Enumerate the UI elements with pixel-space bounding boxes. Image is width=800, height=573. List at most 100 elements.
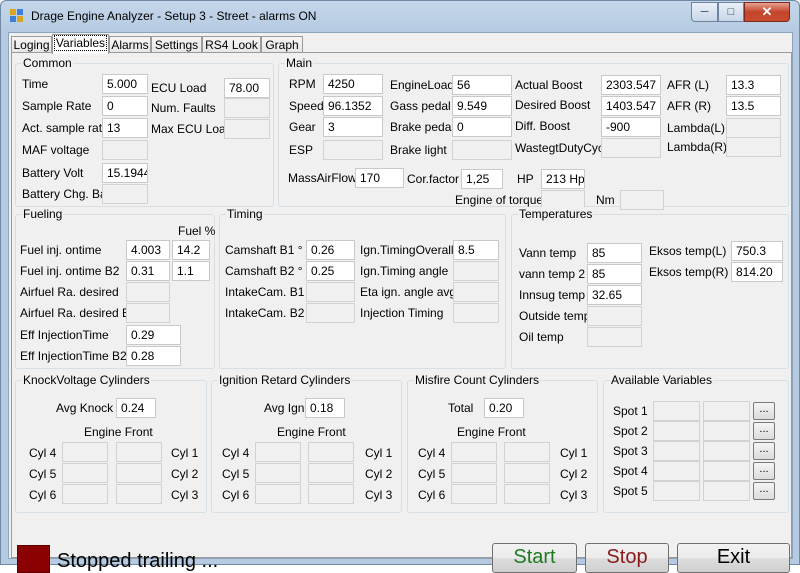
cyl-6-field[interactable] (62, 484, 108, 504)
cyl-1-label: Cyl 1 (365, 446, 393, 460)
cyl-3-field[interactable] (116, 484, 162, 504)
inj-ontime-pct-field[interactable]: 14.2 (172, 240, 210, 260)
spot-1-field[interactable] (653, 401, 700, 421)
speed-field[interactable]: 96.1352 (323, 96, 383, 116)
gear-label: Gear (289, 120, 316, 134)
avg-ign-field[interactable]: 0.18 (305, 398, 345, 418)
cyl-2-field[interactable] (116, 463, 162, 483)
afr-r-field[interactable]: 13.5 (726, 96, 781, 116)
cyl-1-field[interactable] (116, 442, 162, 462)
spot-3-browse-button[interactable]: ... (753, 442, 775, 460)
ecu-load-field[interactable]: 78.00 (224, 78, 270, 98)
spot-2-field-2[interactable] (703, 421, 750, 441)
title-bar[interactable]: Drage Engine Analyzer - Setup 3 - Street… (1, 1, 799, 31)
inj-ontime-b2-pct-field[interactable]: 1.1 (172, 261, 210, 281)
wastegate-duty-field[interactable] (601, 138, 661, 158)
intakecam-b2-field[interactable] (306, 303, 355, 323)
mass-airflow-field[interactable]: 170 (355, 168, 404, 188)
eksos-r-field[interactable]: 814.20 (731, 262, 783, 282)
lambda-l-field[interactable] (726, 118, 781, 138)
num-faults-field[interactable] (224, 98, 270, 118)
gear-field[interactable]: 3 (323, 117, 383, 137)
lambda-r-field[interactable] (726, 137, 781, 157)
cyl-1-field[interactable] (504, 442, 550, 462)
hp-field[interactable]: 213 Hp (541, 169, 585, 189)
cor-factor-field[interactable]: 1,25 (461, 169, 503, 189)
engine-load-field[interactable]: 56 (452, 75, 512, 95)
spot-3-field-2[interactable] (703, 441, 750, 461)
max-ecu-load-field[interactable] (224, 119, 270, 139)
exit-button[interactable]: Exit (677, 543, 790, 573)
vann-temp-field[interactable]: 85 (587, 243, 642, 263)
airfuel-desired-b2-field[interactable] (126, 303, 170, 323)
inj-ontime-field[interactable]: 4.003 (126, 240, 170, 260)
minimize-button[interactable]: ─ (691, 2, 718, 22)
maximize-button[interactable]: □ (718, 2, 744, 22)
diff-boost-field[interactable]: -900 (601, 117, 661, 137)
act-sample-rate-field[interactable]: 13 (102, 118, 148, 138)
start-button[interactable]: Start (492, 543, 577, 573)
tab-variables[interactable]: Variables (52, 34, 109, 54)
cyl-6-field[interactable] (451, 484, 497, 504)
battery-chg-bal-field[interactable] (102, 184, 148, 204)
cyl-4-field[interactable] (255, 442, 301, 462)
spot-2-browse-button[interactable]: ... (753, 422, 775, 440)
time-field[interactable]: 5.000 (102, 74, 148, 94)
spot-3-field[interactable] (653, 441, 700, 461)
spot-5-field-2[interactable] (703, 481, 750, 501)
intakecam-b1-field[interactable] (306, 282, 355, 302)
cyl-4-field[interactable] (451, 442, 497, 462)
camshaft-b2-field[interactable]: 0.25 (306, 261, 355, 281)
cyl-5-label: Cyl 5 (418, 467, 446, 481)
desired-boost-field[interactable]: 1403.547 (601, 96, 661, 116)
cyl-4-field[interactable] (62, 442, 108, 462)
sample-rate-field[interactable]: 0 (102, 96, 148, 116)
lambda-l-label: Lambda(L) (667, 121, 726, 135)
spot-5-browse-button[interactable]: ... (753, 482, 775, 500)
vann-temp-2-field[interactable]: 85 (587, 264, 642, 284)
spot-1-browse-button[interactable]: ... (753, 402, 775, 420)
maf-voltage-field[interactable] (102, 140, 148, 160)
spot-5-field[interactable] (653, 481, 700, 501)
total-field[interactable]: 0.20 (484, 398, 524, 418)
stop-button[interactable]: Stop (585, 543, 669, 573)
cyl-2-field[interactable] (504, 463, 550, 483)
gass-pedal-field[interactable]: 9.549 (452, 96, 512, 116)
eff-injection-b2-field[interactable]: 0.28 (126, 346, 181, 366)
cyl-2-field[interactable] (308, 463, 354, 483)
afr-l-field[interactable]: 13.3 (726, 75, 781, 95)
cyl-3-field[interactable] (504, 484, 550, 504)
close-button[interactable]: ✕ (744, 2, 790, 22)
cyl-5-field[interactable] (255, 463, 301, 483)
inj-ontime-b2-field[interactable]: 0.31 (126, 261, 170, 281)
camshaft-b1-field[interactable]: 0.26 (306, 240, 355, 260)
spot-4-field-2[interactable] (703, 461, 750, 481)
esp-field[interactable] (323, 140, 383, 160)
cyl-5-field[interactable] (62, 463, 108, 483)
innsug-temp-field[interactable]: 32.65 (587, 285, 642, 305)
brake-pedal-field[interactable]: 0 (452, 117, 512, 137)
outside-temp-field[interactable] (587, 306, 642, 326)
cyl-5-field[interactable] (451, 463, 497, 483)
spot-2-field[interactable] (653, 421, 700, 441)
spot-1-field-2[interactable] (703, 401, 750, 421)
eta-ign-field[interactable] (453, 282, 499, 302)
battery-volt-field[interactable]: 15.1944 (102, 163, 148, 183)
rpm-field[interactable]: 4250 (323, 74, 383, 94)
oil-temp-field[interactable] (587, 327, 642, 347)
spot-4-field[interactable] (653, 461, 700, 481)
avg-knock-field[interactable]: 0.24 (116, 398, 156, 418)
cyl-1-field[interactable] (308, 442, 354, 462)
cyl-3-field[interactable] (308, 484, 354, 504)
nm-field[interactable] (620, 190, 664, 210)
eff-injection-field[interactable]: 0.29 (126, 325, 181, 345)
ign-angle-field[interactable] (453, 261, 499, 281)
eksos-l-field[interactable]: 750.3 (731, 241, 783, 261)
ign-overall-field[interactable]: 8.5 (453, 240, 499, 260)
airfuel-desired-field[interactable] (126, 282, 170, 302)
cyl-6-field[interactable] (255, 484, 301, 504)
actual-boost-field[interactable]: 2303.547 (601, 75, 661, 95)
injection-timing-field[interactable] (453, 303, 499, 323)
spot-4-browse-button[interactable]: ... (753, 462, 775, 480)
brake-light-field[interactable] (452, 140, 512, 160)
